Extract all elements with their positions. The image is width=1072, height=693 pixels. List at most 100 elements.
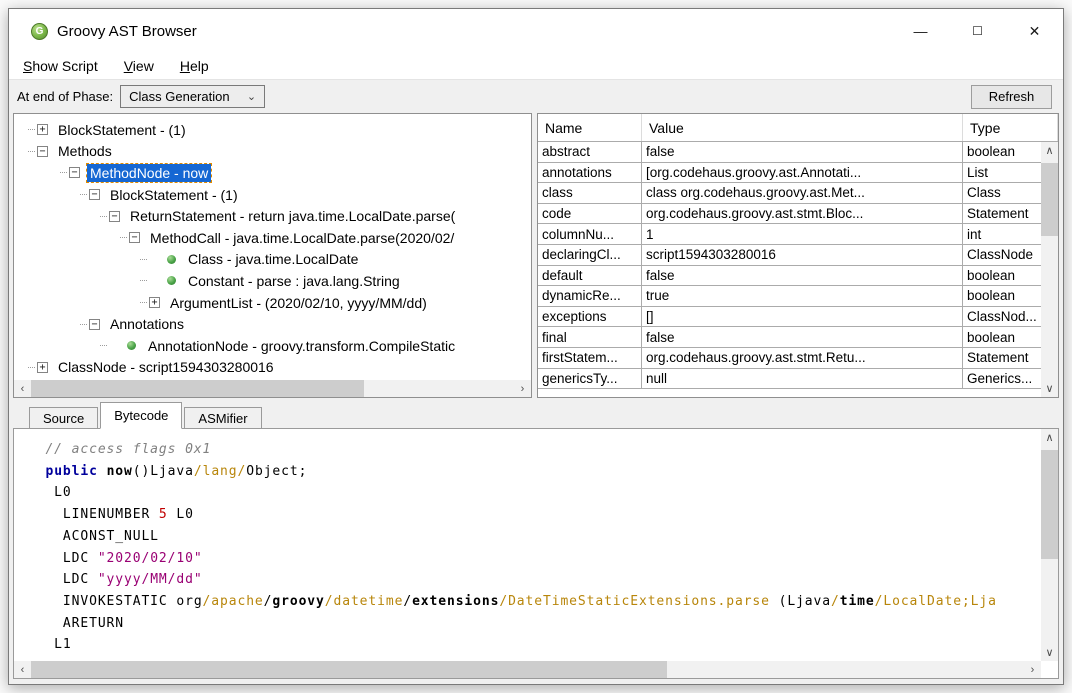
bytecode-tab-content: // access flags 0x1 public now()Ljava/la… (13, 428, 1059, 679)
column-header-type[interactable]: Type (963, 114, 1058, 141)
table-row-exceptions[interactable]: exceptions[]ClassNod... (538, 307, 1041, 328)
tabstrip: SourceBytecodeASMifier (13, 401, 1059, 428)
table-vertical-scrollbar[interactable]: ∧ ∨ (1041, 142, 1058, 397)
collapse-icon[interactable]: − (89, 189, 100, 200)
table-cell: List (963, 163, 1041, 183)
table-cell: firstStatem... (538, 348, 642, 368)
tree-guide-line (28, 151, 35, 152)
tree-item-argumentlist[interactable]: +ArgumentList - (2020/02/10, yyyy/MM/dd) (14, 292, 531, 314)
tree-item-methodnode[interactable]: −MethodNode - now (14, 162, 531, 184)
code-vscroll-track[interactable] (1041, 446, 1058, 644)
tab-bytecode[interactable]: Bytecode (100, 402, 182, 429)
table-row-final[interactable]: finalfalseboolean (538, 327, 1041, 348)
tree-item-annotations[interactable]: −Annotations (14, 313, 531, 335)
table-cell: [] (642, 307, 963, 327)
code-hscroll-thumb[interactable] (31, 661, 667, 678)
menu-view[interactable]: View (118, 56, 160, 76)
tree-item-classnode[interactable]: +ClassNode - script1594303280016 (14, 357, 531, 379)
expand-icon[interactable]: + (149, 297, 160, 308)
table-row-genericsty-[interactable]: genericsTy...nullGenerics... (538, 369, 1041, 390)
code-line: LDC "2020/02/10" (28, 548, 1041, 570)
code-hscroll-track[interactable] (31, 661, 1024, 678)
table-row-code[interactable]: codeorg.codehaus.groovy.ast.stmt.Bloc...… (538, 204, 1041, 225)
scroll-right-icon[interactable]: › (1024, 661, 1041, 678)
code-horizontal-scrollbar[interactable]: ‹ › (14, 661, 1041, 678)
tree-leaf-icon (167, 255, 176, 264)
table-row-declaringcl-[interactable]: declaringCl...script1594303280016ClassNo… (538, 245, 1041, 266)
window-controls: — ☐ ✕ (892, 9, 1063, 53)
scroll-left-icon[interactable]: ‹ (14, 661, 31, 678)
tree-hscroll-thumb[interactable] (31, 380, 364, 397)
code-line: ACONST_NULL (28, 526, 1041, 548)
scroll-left-icon[interactable]: ‹ (14, 380, 31, 397)
maximize-button[interactable]: ☐ (949, 9, 1006, 53)
table-vscroll-thumb[interactable] (1041, 163, 1058, 236)
table-cell: int (963, 224, 1041, 244)
table-row-firststatem-[interactable]: firstStatem...org.codehaus.groovy.ast.st… (538, 348, 1041, 369)
collapse-icon[interactable]: − (129, 232, 140, 243)
table-row-abstract[interactable]: abstractfalseboolean (538, 142, 1041, 163)
tree-item-constant[interactable]: Constant - parse : java.lang.String (14, 270, 531, 292)
phase-combobox[interactable]: Class Generation ⌄ (120, 85, 265, 108)
table-row-class[interactable]: classclass org.codehaus.groovy.ast.Met..… (538, 183, 1041, 204)
tree-item-annotationnode[interactable]: AnnotationNode - groovy.transform.Compil… (14, 335, 531, 357)
close-button[interactable]: ✕ (1006, 9, 1063, 53)
output-tabbed-pane: SourceBytecodeASMifier // access flags 0… (13, 401, 1059, 679)
code-line: // access flags 0x1 (28, 439, 1041, 461)
tree-item-returnstatement[interactable]: −ReturnStatement - return java.time.Loca… (14, 205, 531, 227)
table-cell: exceptions (538, 307, 642, 327)
tree-guide-line (28, 129, 35, 130)
tree-item-class[interactable]: Class - java.time.LocalDate (14, 249, 531, 271)
tab-asmifier[interactable]: ASMifier (184, 407, 261, 429)
table-row-annotations[interactable]: annotations[org.codehaus.groovy.ast.Anno… (538, 163, 1041, 184)
table-row-columnnu-[interactable]: columnNu...1int (538, 224, 1041, 245)
chevron-down-icon: ⌄ (247, 90, 256, 103)
tree-leaf-icon (127, 341, 136, 350)
table-vscroll-track[interactable] (1041, 159, 1058, 380)
window-title: Groovy AST Browser (57, 23, 197, 40)
tab-source[interactable]: Source (29, 407, 98, 429)
code-vertical-scrollbar[interactable]: ∧ ∨ (1041, 429, 1058, 661)
collapse-icon[interactable]: − (109, 211, 120, 222)
table-cell: boolean (963, 327, 1041, 347)
table-cell: Class (963, 183, 1041, 203)
tree-item-blockstatement[interactable]: −BlockStatement - (1) (14, 184, 531, 206)
bytecode-view[interactable]: // access flags 0x1 public now()Ljava/la… (14, 429, 1041, 661)
collapse-icon[interactable]: − (69, 167, 80, 178)
minimize-button[interactable]: — (892, 9, 949, 53)
maximize-icon: ☐ (972, 24, 983, 38)
bytecode-text: // access flags 0x1 public now()Ljava/la… (14, 429, 1041, 656)
expand-icon[interactable]: + (37, 362, 48, 373)
titlebar: G Groovy AST Browser — ☐ ✕ (9, 9, 1063, 53)
scroll-down-icon[interactable]: ∨ (1041, 380, 1058, 397)
table-row-dynamicre-[interactable]: dynamicRe...trueboolean (538, 286, 1041, 307)
menu-show-script[interactable]: Show Script (17, 56, 104, 76)
tree-item-blockstatement[interactable]: +BlockStatement - (1) (14, 119, 531, 141)
scroll-down-icon[interactable]: ∨ (1041, 644, 1058, 661)
scroll-up-icon[interactable]: ∧ (1041, 429, 1058, 446)
table-cell: false (642, 142, 963, 162)
table-cell: dynamicRe... (538, 286, 642, 306)
table-row-default[interactable]: defaultfalseboolean (538, 266, 1041, 287)
tree-item-methods[interactable]: −Methods (14, 141, 531, 163)
table-cell: false (642, 266, 963, 286)
tree-horizontal-scrollbar[interactable]: ‹ › (14, 380, 531, 397)
collapse-icon[interactable]: − (37, 146, 48, 157)
table-cell: org.codehaus.groovy.ast.stmt.Bloc... (642, 204, 963, 224)
collapse-icon[interactable]: − (89, 319, 100, 330)
table-cell: 1 (642, 224, 963, 244)
expand-icon[interactable]: + (37, 124, 48, 135)
table-cell: ClassNode (963, 245, 1041, 265)
column-header-value[interactable]: Value (642, 114, 963, 141)
column-header-name[interactable]: Name (538, 114, 642, 141)
refresh-button[interactable]: Refresh (971, 85, 1052, 109)
tree-hscroll-track[interactable] (31, 380, 514, 397)
menu-help[interactable]: Help (174, 56, 215, 76)
properties-table-header: NameValueType (538, 114, 1058, 142)
top-split: +BlockStatement - (1)−Methods−MethodNode… (13, 113, 1059, 398)
scroll-right-icon[interactable]: › (514, 380, 531, 397)
tree-item-methodcall[interactable]: −MethodCall - java.time.LocalDate.parse(… (14, 227, 531, 249)
scroll-up-icon[interactable]: ∧ (1041, 142, 1058, 159)
table-cell: default (538, 266, 642, 286)
code-vscroll-thumb[interactable] (1041, 450, 1058, 559)
